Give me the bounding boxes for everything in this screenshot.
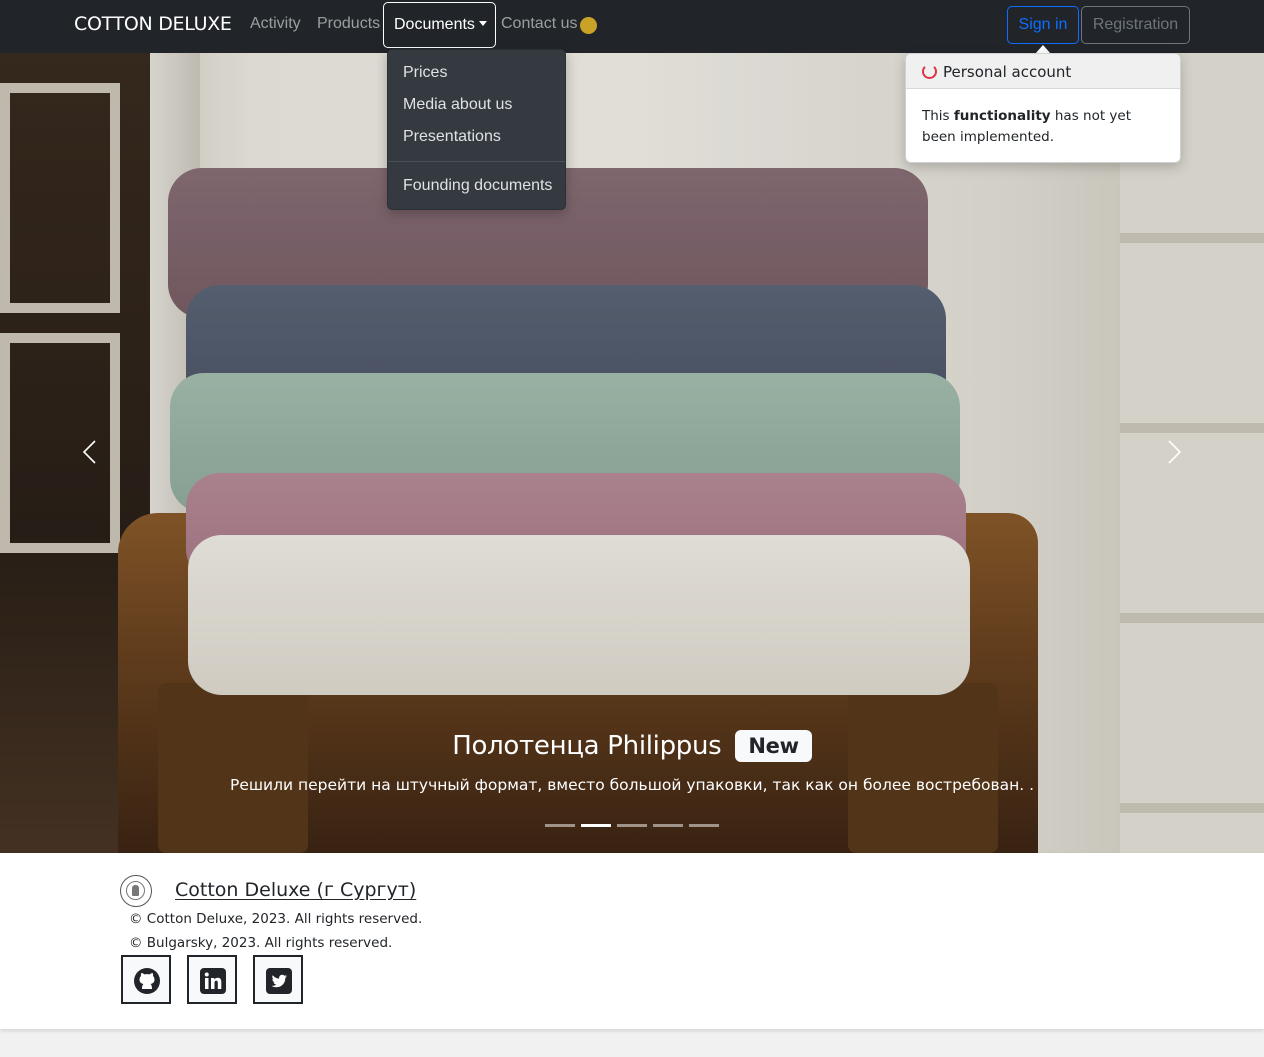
personal-account-popover: Personal account This functionality has … [905, 53, 1181, 163]
menu-divider [388, 161, 565, 162]
status-dot-icon [580, 17, 597, 34]
menu-item-prices[interactable]: Prices [403, 64, 447, 82]
chevron-right-icon [1168, 440, 1182, 464]
documents-dropdown-menu: Prices Media about us Presentations Foun… [387, 49, 566, 210]
menu-item-founding-documents[interactable]: Founding documents [403, 177, 552, 195]
footer-company-link[interactable]: Cotton Deluxe (г Сургут) [175, 879, 416, 901]
nav-link-contact[interactable]: Contact us [501, 15, 577, 33]
github-icon [134, 968, 160, 994]
carousel-caption-text: Решили перейти на штучный формат, вместо… [229, 776, 1035, 794]
registration-button[interactable]: Registration [1081, 6, 1190, 44]
popover-title: Personal account [943, 63, 1072, 81]
carousel-indicator-active[interactable] [581, 824, 611, 827]
nav-dropdown-documents[interactable]: Documents [383, 2, 496, 48]
twitter-button[interactable] [253, 955, 303, 1004]
chevron-left-icon [82, 440, 96, 464]
footer-copyright-author: © Bulgarsky, 2023. All rights reserved. [129, 935, 393, 951]
carousel-prev-button[interactable] [82, 440, 96, 464]
footer-copyright: © Cotton Deluxe, 2023. All rights reserv… [129, 911, 423, 927]
carousel-indicator[interactable] [653, 824, 683, 827]
github-button[interactable] [121, 955, 171, 1004]
sign-in-button[interactable]: Sign in [1007, 6, 1079, 44]
popover-header: Personal account [906, 54, 1180, 89]
new-badge: New [735, 730, 812, 762]
linkedin-icon [200, 968, 226, 994]
linkedin-button[interactable] [187, 955, 237, 1004]
carousel-next-button[interactable] [1168, 440, 1182, 464]
nav-link-products[interactable]: Products [317, 15, 380, 33]
top-navbar: COTTON DELUXE Activity Products Document… [0, 0, 1264, 53]
caret-down-icon [478, 21, 487, 26]
nav-documents-label: Documents [394, 16, 475, 33]
page-footer: Cotton Deluxe (г Сургут) © Cotton Deluxe… [0, 853, 1264, 1029]
nav-link-activity[interactable]: Activity [250, 15, 301, 33]
twitter-icon [266, 968, 292, 994]
carousel-indicator[interactable] [545, 824, 575, 827]
company-seal-icon [120, 875, 152, 907]
carousel-indicator[interactable] [617, 824, 647, 827]
brand-logo[interactable]: COTTON DELUXE [74, 13, 232, 35]
caption-title-text: Полотенца Philippus [452, 731, 722, 761]
carousel-indicator[interactable] [689, 824, 719, 827]
carousel-caption-title: Полотенца Philippus New [0, 730, 1264, 762]
menu-item-presentations[interactable]: Presentations [403, 128, 501, 146]
menu-item-media[interactable]: Media about us [403, 96, 512, 114]
popover-body: This functionality has not yet been impl… [922, 108, 1132, 145]
loading-spinner-icon [922, 64, 937, 79]
